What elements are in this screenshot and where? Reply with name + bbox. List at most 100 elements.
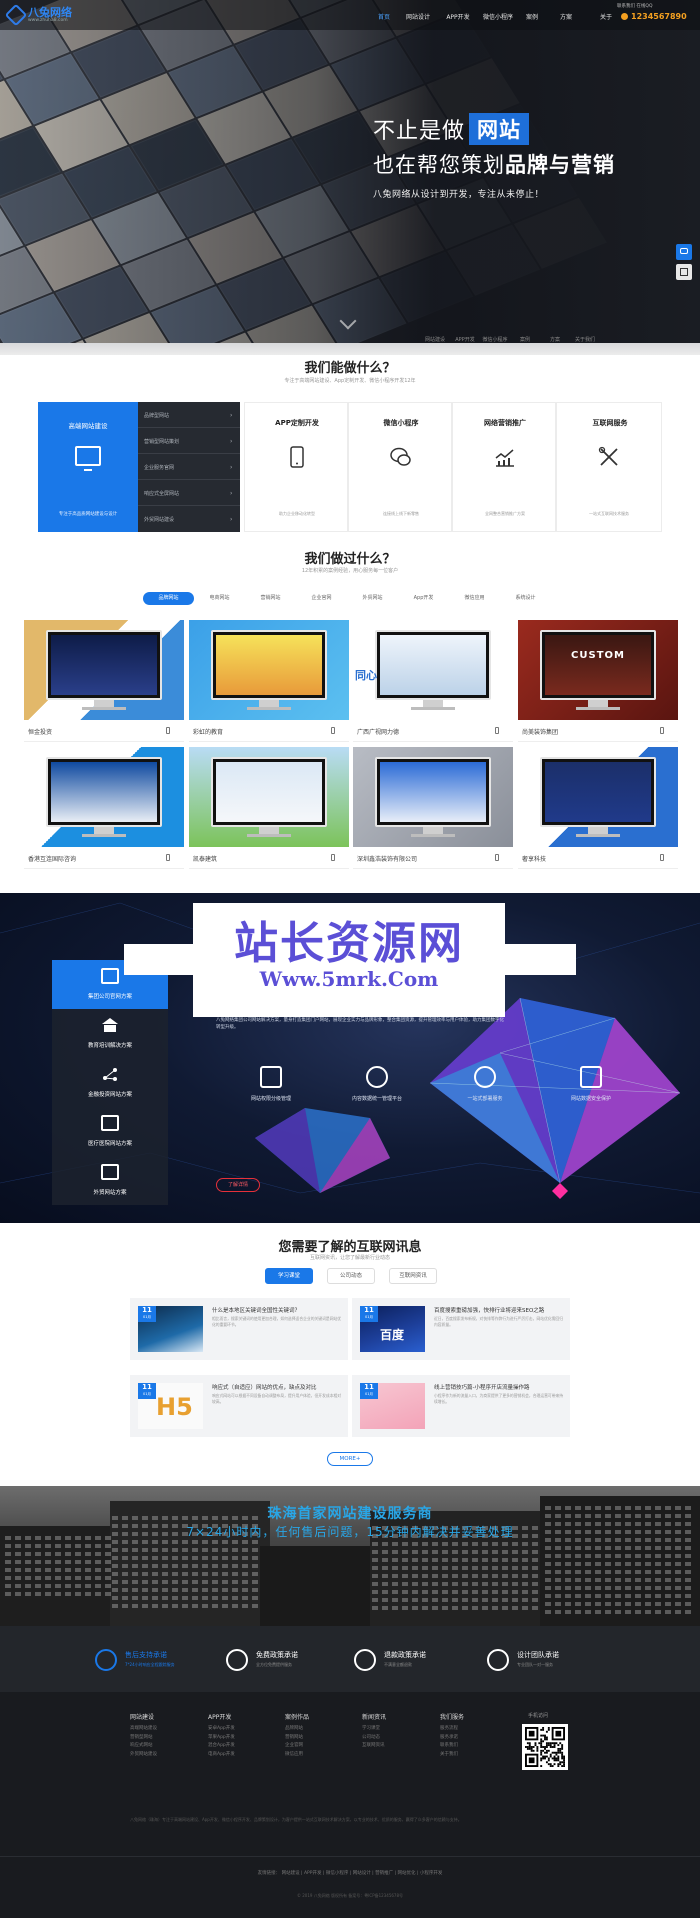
tab-company-news[interactable]: 公司动态	[327, 1268, 375, 1284]
portfolio-card[interactable]: 深圳鑫浩装饰有限公司	[353, 747, 513, 874]
building-window	[532, 1606, 538, 1610]
promise-title: 退款政策承诺	[384, 1651, 426, 1659]
float-chat-icon[interactable]	[676, 244, 692, 260]
contact-links[interactable]: 联系我们 在线QQ	[617, 3, 653, 9]
hero-bottom-nav-item[interactable]: 微信小程序	[480, 336, 510, 343]
tab-marketing[interactable]: 营销网站	[245, 592, 296, 605]
footer-link[interactable]: 企业官网	[285, 1742, 355, 1751]
mobile-preview-icon[interactable]	[166, 727, 170, 734]
mobile-preview-icon[interactable]	[660, 727, 664, 734]
tab-corporate[interactable]: 企业官网	[296, 592, 347, 605]
building-window	[75, 1552, 81, 1556]
portfolio-card[interactable]: 香港互连国际咨询	[24, 747, 184, 874]
footer-link[interactable]: 电商App开发	[208, 1751, 278, 1760]
solution-item-education[interactable]: 教育培训解决方案	[52, 1009, 168, 1058]
portfolio-card[interactable]: 尚美装饰集团	[518, 620, 678, 747]
service-submenu-item[interactable]: 企业服务官网 ›	[138, 454, 240, 480]
solution-item-medical[interactable]: 医疗医院网站方案	[52, 1107, 168, 1156]
tab-wechat[interactable]: 微信应用	[449, 592, 500, 605]
building-window	[605, 1570, 611, 1574]
nav-item-miniprogram[interactable]: 微信小程序	[478, 12, 518, 21]
news-item[interactable]: 百度 11 01月 百度搜索重磅加强，快排行业将迎来SEO之路 近日，百度搜索发布…	[352, 1298, 570, 1360]
mobile-preview-icon[interactable]	[331, 727, 335, 734]
portfolio-card[interactable]: 凯泰建筑	[189, 747, 349, 874]
news-item[interactable]: 11 01月 线上营销技巧篇-小程序开店流量操作路 小程序作为新的流量入口，为商家…	[352, 1375, 570, 1437]
mobile-preview-icon[interactable]	[331, 854, 335, 861]
site-logo[interactable]: 八兔网络 www.zhuha8.com	[4, 3, 88, 27]
footer-link[interactable]: 公司动态	[362, 1734, 432, 1743]
building-window	[665, 1602, 671, 1606]
nav-item-about[interactable]: 关于	[586, 12, 626, 21]
building-window	[232, 1540, 238, 1544]
building-window	[15, 1544, 21, 1548]
solution-item-finance[interactable]: 金融投资网站方案	[52, 1058, 168, 1107]
building-window	[85, 1576, 91, 1580]
hero-bottom-nav-item[interactable]: 网站建设	[420, 336, 450, 343]
tab-brand[interactable]: 品牌网站	[143, 592, 194, 605]
float-qr-icon[interactable]	[676, 264, 692, 280]
tab-foreign-trade[interactable]: 外贸网站	[347, 592, 398, 605]
news-item[interactable]: H5 11 01月 响应式（自适应）网站的优点，缺点及对比 响应式网站可以根据不同…	[130, 1375, 348, 1437]
footer-link[interactable]: 营销型网站	[130, 1734, 200, 1743]
featured-service-panel[interactable]: 高端网站建设 专注于高品质网站建设与设计	[38, 402, 138, 532]
service-card-marketing[interactable]: 网络营销推广 全网整合营销推广方案	[452, 402, 556, 532]
portfolio-card[interactable]: 恒金投资	[24, 620, 184, 747]
portfolio-card[interactable]: 奢享科技	[518, 747, 678, 874]
nav-item-cases[interactable]: 案例	[518, 12, 546, 21]
service-card-internet[interactable]: 互联网服务 一站式互联网技术服务	[556, 402, 662, 532]
building-window	[565, 1546, 571, 1550]
promise-title: 售后支持承诺	[125, 1651, 167, 1659]
hero-bottom-nav-item[interactable]: 案例	[510, 336, 540, 343]
hero-bottom-nav-item[interactable]: 方案	[540, 336, 570, 343]
footer-link[interactable]: 微信应用	[285, 1751, 355, 1760]
footer-link[interactable]: 联系我们	[440, 1742, 510, 1751]
learn-more-button[interactable]: 了解详情	[216, 1178, 260, 1192]
footer-link[interactable]: 外贸网站建设	[130, 1751, 200, 1760]
mobile-preview-icon[interactable]	[166, 854, 170, 861]
building-window	[625, 1594, 631, 1598]
footer-link[interactable]: 品牌网站	[285, 1725, 355, 1734]
service-submenu-item[interactable]: 响应式全屏网站 ›	[138, 480, 240, 506]
hero-bottom-nav-item[interactable]: 关于我们	[570, 336, 600, 343]
nav-item-web-design[interactable]: 网站设计	[398, 12, 438, 21]
footer-link[interactable]: 互联网资讯	[362, 1742, 432, 1751]
service-card-miniprogram[interactable]: 微信小程序 连接线上线下新零售	[348, 402, 452, 532]
more-news-button[interactable]: MORE+	[327, 1452, 373, 1466]
footer-link[interactable]: 营销网站	[285, 1734, 355, 1743]
building-window	[665, 1570, 671, 1574]
footer-friend-links[interactable]: 友情链接： 网站建设 | APP开发 | 微信小程序 | 网站设计 | 营销推广…	[0, 1870, 700, 1876]
building-window	[112, 1604, 118, 1608]
tab-ecommerce[interactable]: 电商网站	[194, 592, 245, 605]
tab-internet-news[interactable]: 互联网资讯	[389, 1268, 437, 1284]
building-window	[5, 1592, 11, 1596]
footer-link[interactable]: 学习课堂	[362, 1725, 432, 1734]
portfolio-card[interactable]: 彩虹的教育	[189, 620, 349, 747]
service-submenu-item[interactable]: 外贸网站建设 ›	[138, 506, 240, 532]
footer-link[interactable]: 混合App开发	[208, 1742, 278, 1751]
solution-item-trade[interactable]: 外贸网站方案	[52, 1156, 168, 1205]
portfolio-card[interactable]: 广西广视网力德	[353, 620, 513, 747]
mobile-preview-icon[interactable]	[495, 727, 499, 734]
footer-link[interactable]: 响应式网站	[130, 1742, 200, 1751]
service-submenu-item[interactable]: 品牌型网站 ›	[138, 402, 240, 428]
hero-bottom-nav-item[interactable]: APP开发	[450, 336, 480, 343]
nav-item-home[interactable]: 首页	[370, 12, 398, 21]
nav-item-app[interactable]: APP开发	[438, 12, 478, 21]
footer-link[interactable]: 关于我们	[440, 1751, 510, 1760]
tab-learning[interactable]: 学习课堂	[265, 1268, 313, 1284]
nav-item-solutions[interactable]: 方案	[546, 12, 586, 21]
service-submenu-item[interactable]: 营销型网站策划 ›	[138, 428, 240, 454]
tab-app[interactable]: App开发	[398, 592, 449, 605]
news-item[interactable]: 11 01月 什么是本地区关键词全国性关键词？ 相比而言，搜索关键词的使用更加合理…	[130, 1298, 348, 1360]
building-window	[192, 1556, 198, 1560]
tab-system[interactable]: 系统设计	[500, 592, 551, 605]
footer-link[interactable]: 苹果App开发	[208, 1734, 278, 1743]
mobile-preview-icon[interactable]	[495, 854, 499, 861]
mobile-preview-icon[interactable]	[660, 854, 664, 861]
building-window	[685, 1578, 691, 1582]
footer-link[interactable]: 服务承诺	[440, 1734, 510, 1743]
footer-link[interactable]: 安卓App开发	[208, 1725, 278, 1734]
service-card-app[interactable]: APP定制开发 助力企业移动化转型	[244, 402, 348, 532]
footer-link[interactable]: 服务流程	[440, 1725, 510, 1734]
footer-link[interactable]: 高端网站建设	[130, 1725, 200, 1734]
